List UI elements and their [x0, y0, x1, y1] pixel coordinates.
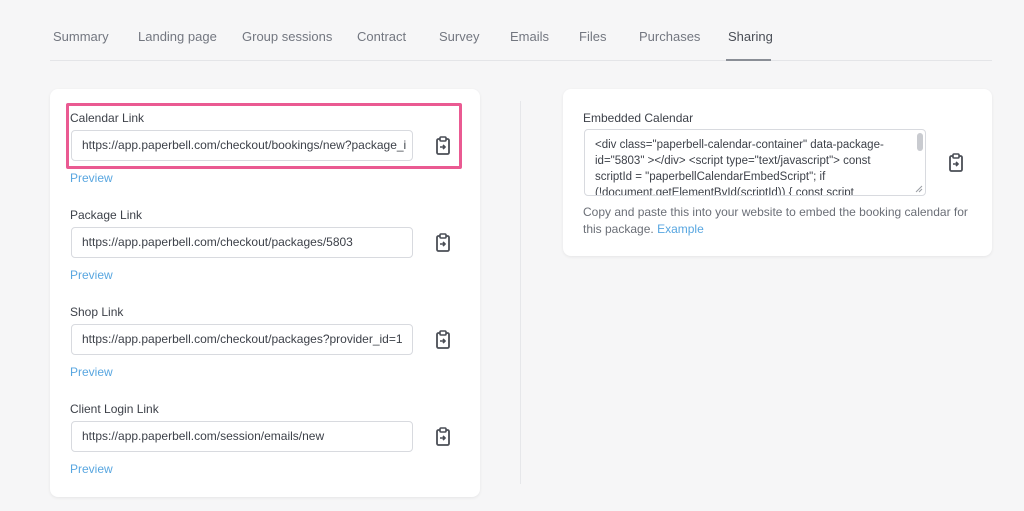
resize-handle-icon[interactable]: [915, 185, 923, 193]
shop-link-preview[interactable]: Preview: [70, 365, 113, 379]
client-login-link-label: Client Login Link: [70, 402, 159, 416]
package-link-copy-button[interactable]: [434, 233, 452, 253]
calendar-link-copy-button[interactable]: [434, 136, 452, 156]
package-link-label: Package Link: [70, 208, 143, 222]
tab-summary[interactable]: Summary: [53, 29, 109, 44]
clipboard-icon: [436, 136, 450, 155]
active-tab-indicator: [726, 59, 771, 61]
client-login-link-copy-button[interactable]: [434, 427, 452, 447]
client-login-link-preview[interactable]: Preview: [70, 462, 113, 476]
tab-landing-page[interactable]: Landing page: [138, 29, 217, 44]
column-divider: [520, 101, 521, 484]
clipboard-icon: [949, 153, 963, 172]
tab-sharing[interactable]: Sharing: [728, 29, 773, 44]
tab-survey[interactable]: Survey: [439, 29, 479, 44]
embed-example-link[interactable]: Example: [657, 222, 704, 236]
tab-group-sessions[interactable]: Group sessions: [242, 29, 332, 44]
embed-code-textarea[interactable]: <div class="paperbell-calendar-container…: [584, 129, 926, 196]
calendar-link-label: Calendar Link: [70, 111, 145, 125]
tab-files[interactable]: Files: [579, 29, 606, 44]
embed-code-copy-button[interactable]: [947, 153, 965, 173]
clipboard-icon: [436, 233, 450, 252]
package-link-field[interactable]: https://app.paperbell.com/checkout/packa…: [71, 227, 413, 258]
calendar-link-preview[interactable]: Preview: [70, 171, 113, 185]
embed-helper-text: Copy and paste this into your website to…: [583, 204, 973, 238]
clipboard-icon: [436, 330, 450, 349]
embedded-calendar-label: Embedded Calendar: [583, 111, 694, 125]
tab-contract[interactable]: Contract: [357, 29, 406, 44]
shop-link-label: Shop Link: [70, 305, 124, 319]
clipboard-icon: [436, 427, 450, 446]
tab-bar: Summary Landing page Group sessions Cont…: [50, 0, 992, 61]
package-link-preview[interactable]: Preview: [70, 268, 113, 282]
calendar-link-field[interactable]: https://app.paperbell.com/checkout/booki…: [71, 130, 413, 161]
client-login-link-field[interactable]: https://app.paperbell.com/session/emails…: [71, 421, 413, 452]
textarea-scrollbar[interactable]: [917, 133, 923, 151]
shop-link-copy-button[interactable]: [434, 330, 452, 350]
embed-helper-description: Copy and paste this into your website to…: [583, 205, 968, 236]
shop-link-field[interactable]: https://app.paperbell.com/checkout/packa…: [71, 324, 413, 355]
tab-purchases[interactable]: Purchases: [639, 29, 700, 44]
embed-code-text: <div class="paperbell-calendar-container…: [595, 139, 884, 196]
tab-emails[interactable]: Emails: [510, 29, 549, 44]
